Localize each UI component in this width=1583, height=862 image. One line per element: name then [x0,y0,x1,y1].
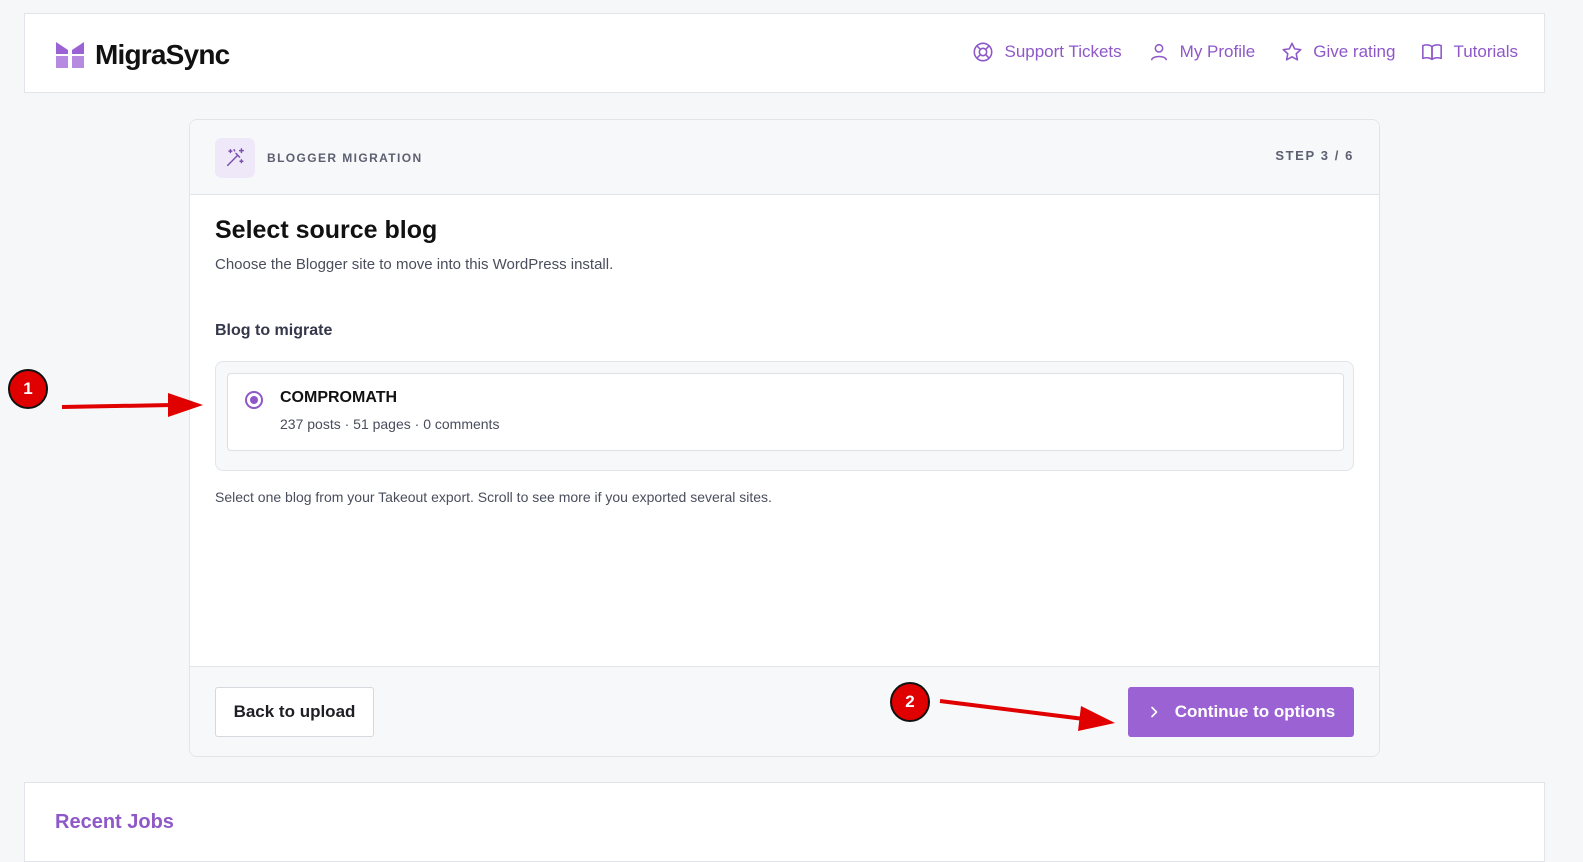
section-label: BLOGGER MIGRATION [267,151,423,165]
wand-icon-box [215,138,255,178]
card-header: BLOGGER MIGRATION STEP 3 / 6 [190,120,1379,195]
nav-my-profile[interactable]: My Profile [1148,41,1256,63]
star-icon [1282,42,1302,61]
logo-icon [56,42,84,68]
chevron-right-icon [1150,706,1158,718]
arrow-1 [61,393,203,417]
blog-list[interactable]: COMPROMATH 237 posts · 51 pages · 0 comm… [215,361,1354,471]
back-to-upload-button[interactable]: Back to upload [215,687,374,737]
lifebuoy-icon [973,42,993,62]
book-icon [1422,44,1443,61]
annotation-badge-2: 2 [890,682,930,722]
recent-jobs-title: Recent Jobs [55,811,174,833]
top-nav: Support Tickets My Profile Give rating T… [972,41,1518,63]
blog-field-label: Blog to migrate [215,322,333,339]
annotation-badge-1: 1 [8,369,48,409]
app-header: MigraSync Support Tickets My Profile Giv… [24,13,1545,93]
page-title: Select source blog [215,216,438,244]
blog-name: COMPROMATH [280,389,398,406]
radio-dot [250,396,258,404]
nav-tutorials[interactable]: Tutorials [1421,41,1518,63]
nav-label: Tutorials [1453,42,1518,61]
helper-text: Select one blog from your Takeout export… [215,489,772,505]
step-indicator: STEP 3 / 6 [1275,148,1354,163]
nav-label: Support Tickets [1004,42,1122,61]
user-icon [1150,43,1167,61]
page-subtitle: Choose the Blogger site to move into thi… [215,256,614,273]
migration-wizard-card: BLOGGER MIGRATION STEP 3 / 6 Select sour… [189,119,1380,757]
continue-label: Continue to options [1174,702,1336,721]
blog-option-compromath[interactable]: COMPROMATH 237 posts · 51 pages · 0 comm… [227,373,1344,451]
nav-support-tickets[interactable]: Support Tickets [972,41,1122,63]
nav-label: My Profile [1179,42,1256,61]
recent-jobs-panel: Recent Jobs [24,782,1545,862]
radio-button-selected[interactable] [245,391,263,409]
blog-stats: 237 posts · 51 pages · 0 comments [280,416,500,432]
app-name: MigraSync [95,39,230,70]
nav-give-rating[interactable]: Give rating [1281,41,1395,63]
card-footer: Back to upload Continue to options [190,666,1379,756]
continue-to-options-button[interactable]: Continue to options [1128,687,1354,737]
logo[interactable]: MigraSync [55,39,230,71]
nav-label: Give rating [1313,42,1396,61]
magic-wand-icon [226,148,244,167]
